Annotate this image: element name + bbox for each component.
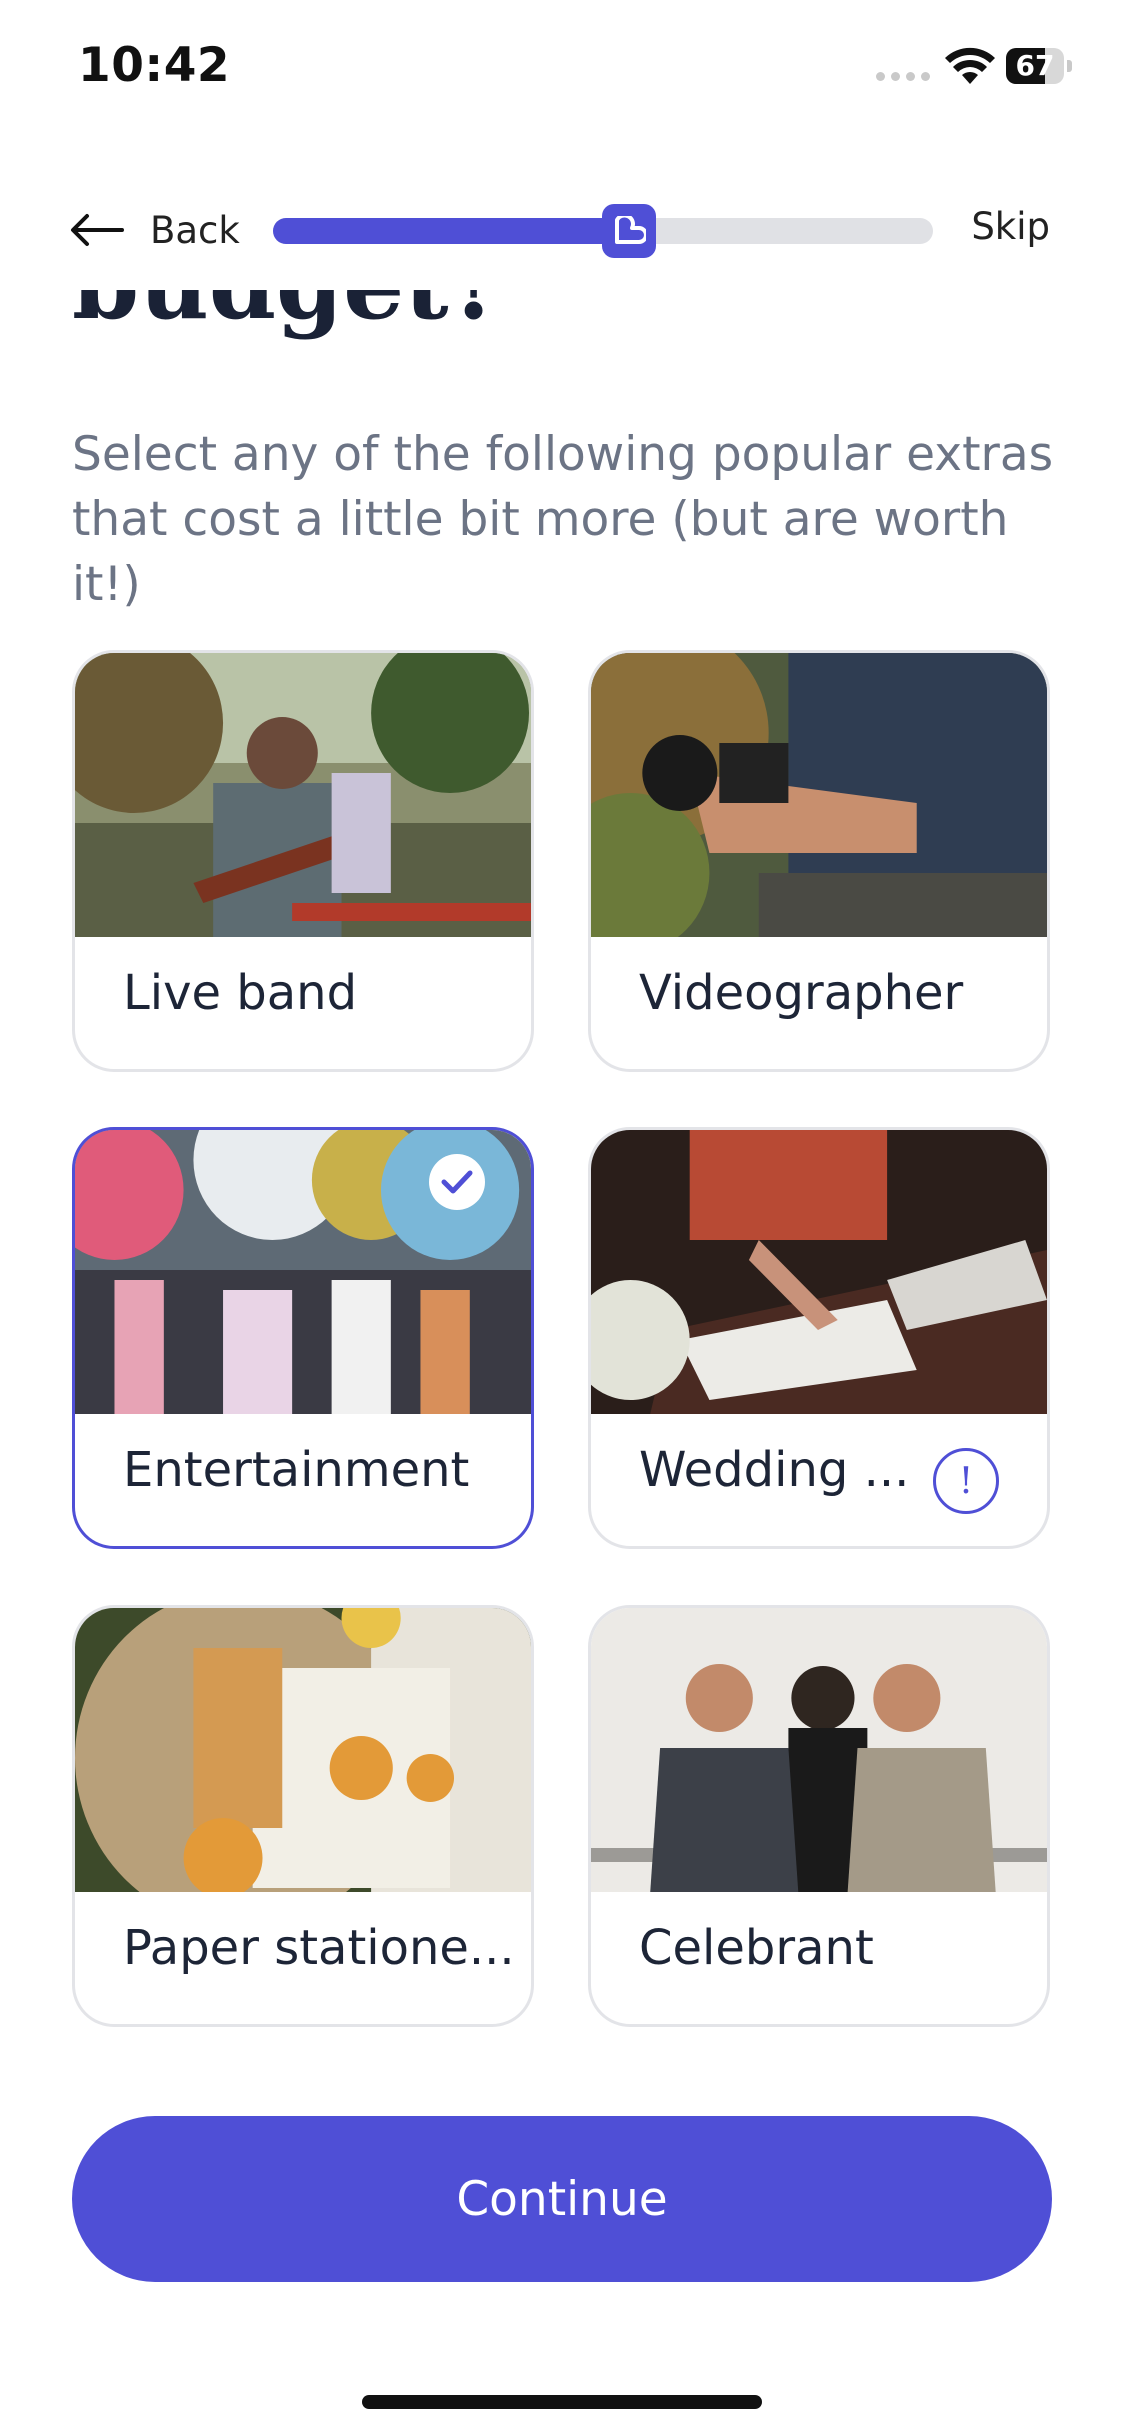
option-label: Wedding ... xyxy=(639,1442,910,1498)
live-band-photo xyxy=(75,653,531,937)
option-label: Entertainment xyxy=(123,1442,470,1498)
selected-check-icon xyxy=(429,1154,485,1210)
videographer-photo xyxy=(591,653,1047,937)
option-label: Videographer xyxy=(639,965,964,1021)
page-subtitle: Select any of the following popular extr… xyxy=(72,427,1054,612)
option-card-live-band[interactable]: Live band xyxy=(72,650,534,1072)
stationery-photo xyxy=(75,1608,531,1892)
info-icon[interactable]: ! xyxy=(933,1448,999,1514)
option-card-entertainment[interactable]: Entertainment xyxy=(72,1127,534,1549)
option-card-celebrant[interactable]: Celebrant xyxy=(588,1605,1050,2027)
wedding-signing-photo xyxy=(591,1130,1047,1414)
option-label: Paper statione... xyxy=(123,1920,515,1976)
arrow-left-icon xyxy=(71,214,124,246)
title-clip: budget? xyxy=(0,290,1125,360)
option-label: Celebrant xyxy=(639,1920,874,1976)
option-label: Live band xyxy=(123,965,358,1021)
option-card-videographer[interactable]: Videographer xyxy=(588,650,1050,1072)
status-time: 10:42 xyxy=(78,38,231,93)
progress-bar xyxy=(273,204,933,258)
celebrant-photo xyxy=(591,1608,1047,1892)
back-button[interactable]: Back xyxy=(70,200,240,260)
continue-button[interactable]: Continue xyxy=(72,2116,1052,2282)
battery-icon: 67 xyxy=(1006,48,1072,86)
home-indicator xyxy=(362,2395,762,2409)
back-label: Back xyxy=(150,208,240,252)
page-title: budget? xyxy=(72,290,505,341)
option-card-paper-stationery[interactable]: Paper statione... xyxy=(72,1605,534,2027)
wifi-icon xyxy=(945,47,995,84)
skip-button[interactable]: Skip xyxy=(971,205,1050,248)
cellular-signal-icon xyxy=(876,72,932,86)
progress-fill xyxy=(273,218,630,244)
battery-level: 67 xyxy=(1015,49,1055,82)
status-bar: 10:42 67 xyxy=(0,0,1125,140)
option-card-wedding[interactable]: Wedding ... ! xyxy=(588,1127,1050,1549)
progress-heart-icon xyxy=(602,204,657,258)
